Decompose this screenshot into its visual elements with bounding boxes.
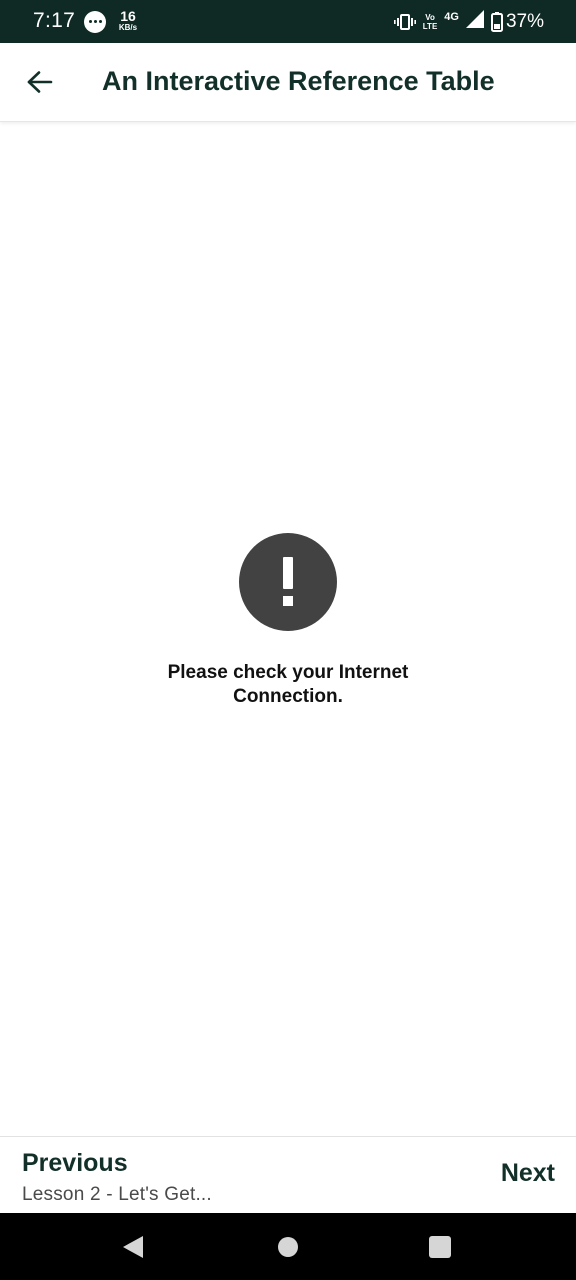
network-speed: 16 KB/s	[114, 9, 142, 32]
battery-icon	[490, 11, 503, 32]
network-type: 4G	[444, 10, 459, 23]
signal-icon	[465, 10, 484, 33]
status-bar: 7:17 16 KB/s Vo LTE 4G 37%	[0, 0, 576, 43]
network-speed-unit: KB/s	[118, 23, 138, 32]
back-button[interactable]	[20, 62, 60, 102]
vibrate-icon	[393, 13, 416, 30]
arrow-left-icon	[27, 71, 53, 93]
previous-label: Previous	[22, 1149, 128, 1177]
next-button[interactable]: Next	[501, 1159, 555, 1188]
status-time: 7:17	[33, 9, 76, 32]
nav-recents-icon[interactable]	[429, 1236, 451, 1258]
app-bar: An Interactive Reference Table	[0, 43, 576, 122]
nav-back-icon[interactable]	[122, 1235, 144, 1264]
previous-lesson-title: Lesson 2 - Let's Get...	[22, 1184, 212, 1205]
status-indicators: Vo LTE 4G 37%	[393, 0, 544, 43]
nav-home-icon[interactable]	[278, 1237, 298, 1257]
screen: 7:17 16 KB/s Vo LTE 4G 37% An Interactiv…	[0, 0, 576, 1280]
network-speed-value: 16	[120, 8, 136, 24]
error-message: Please check your Internet Connection.	[167, 662, 409, 707]
volte-indicator: Vo LTE	[423, 13, 438, 31]
lesson-navigation: Previous Lesson 2 - Let's Get... Next	[0, 1136, 576, 1214]
volte-top: Vo	[425, 12, 435, 22]
battery-percent: 37%	[505, 10, 544, 32]
system-navigation-bar	[0, 1213, 576, 1280]
page-title: An Interactive Reference Table	[102, 66, 495, 96]
volte-bottom: LTE	[422, 21, 438, 31]
exclamation-icon	[239, 533, 337, 631]
message-icon	[84, 11, 106, 33]
previous-button[interactable]: Previous Lesson 2 - Let's Get...	[22, 1149, 212, 1206]
